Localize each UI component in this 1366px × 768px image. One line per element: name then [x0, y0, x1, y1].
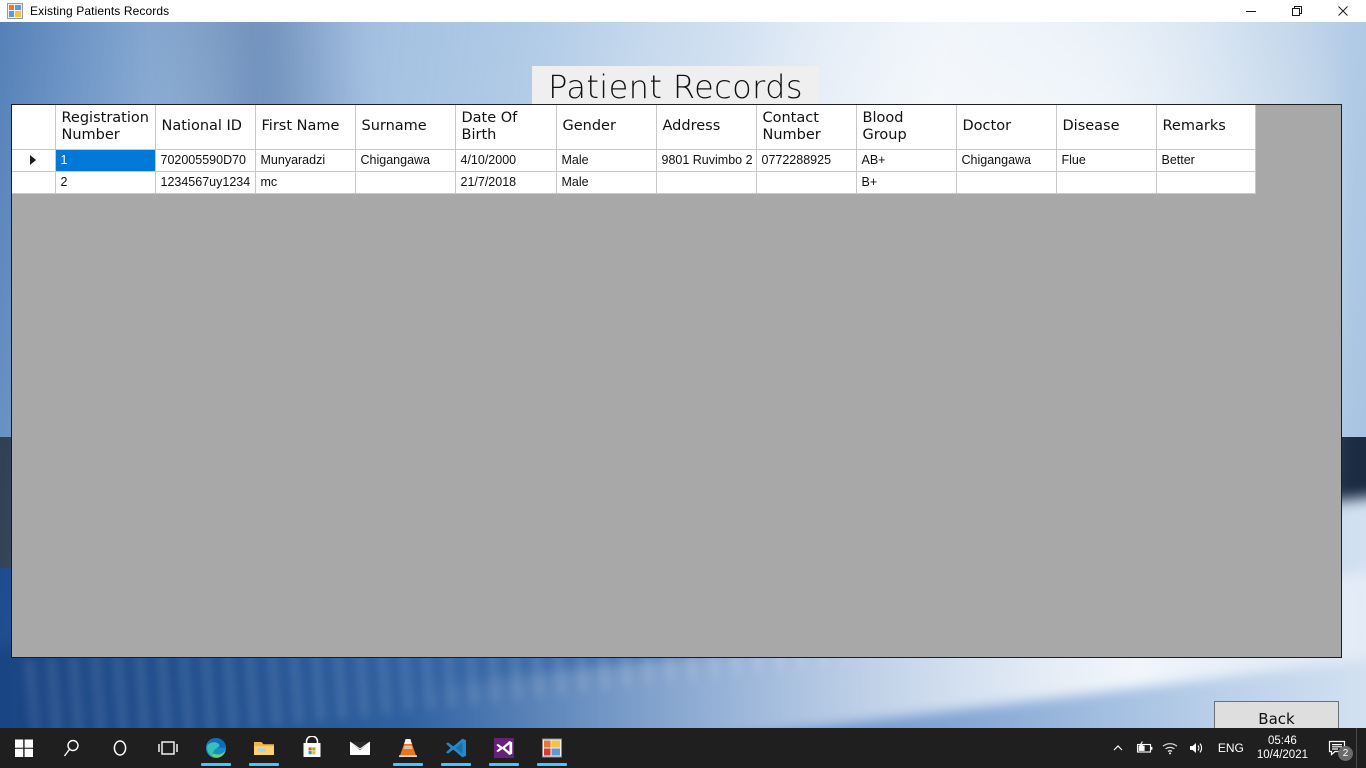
- windows-taskbar: ENG 05:46 10/4/2021 2: [0, 728, 1366, 768]
- windows-logo-icon: [15, 739, 33, 757]
- records-table[interactable]: Registration Number National ID First Na…: [12, 105, 1256, 194]
- patient-records-grid[interactable]: Registration Number National ID First Na…: [11, 104, 1342, 658]
- window-controls: [1228, 0, 1366, 22]
- taskbar-active-indicator: [441, 763, 471, 766]
- cell-surname[interactable]: [355, 171, 456, 194]
- cell-remarks[interactable]: Better: [1156, 149, 1256, 172]
- file-explorer-button[interactable]: [240, 728, 288, 768]
- column-header-first-name[interactable]: First Name: [255, 105, 356, 150]
- taskbar-active-indicator: [489, 763, 519, 766]
- column-header-address[interactable]: Address: [656, 105, 757, 150]
- column-header-gender[interactable]: Gender: [556, 105, 657, 150]
- column-header-surname[interactable]: Surname: [355, 105, 456, 150]
- cortana-button[interactable]: [96, 728, 144, 768]
- table-header-row: Registration Number National ID First Na…: [12, 105, 1256, 150]
- patient-app-button[interactable]: [528, 728, 576, 768]
- column-header-doctor[interactable]: Doctor: [956, 105, 1057, 150]
- cell-national-id[interactable]: 702005590D70: [155, 149, 256, 172]
- cell-surname[interactable]: Chigangawa: [355, 149, 456, 172]
- application-window: Existing Patients Records Patient Record…: [0, 0, 1366, 728]
- clock[interactable]: 05:46 10/4/2021: [1253, 728, 1318, 768]
- minimize-icon[interactable]: [1228, 0, 1274, 22]
- notification-count-badge: 2: [1338, 746, 1353, 761]
- vlc-cone-icon: [399, 739, 417, 757]
- clock-time: 05:46: [1268, 735, 1297, 747]
- winforms-designer-icon: [7, 3, 23, 19]
- column-header-national-id[interactable]: National ID: [155, 105, 256, 150]
- taskbar-active-indicator: [537, 763, 567, 766]
- cell-blood-group[interactable]: B+: [856, 171, 957, 194]
- mail-button[interactable]: [336, 728, 384, 768]
- language-indicator[interactable]: ENG: [1209, 728, 1253, 768]
- cell-national-id[interactable]: 1234567uy1234: [155, 171, 256, 194]
- table-row[interactable]: 1 702005590D70 Munyaradzi Chigangawa 4/1…: [12, 149, 1256, 172]
- cell-gender[interactable]: Male: [556, 149, 657, 172]
- visual-studio-icon: [494, 738, 514, 758]
- row-selector-arrow-icon: [12, 150, 54, 171]
- cell-doctor[interactable]: [956, 171, 1057, 194]
- cell-doctor[interactable]: Chigangawa: [956, 149, 1057, 172]
- page-title: Patient Records: [532, 66, 819, 108]
- cell-contact-number[interactable]: [756, 171, 857, 194]
- cell-address[interactable]: 9801 Ruvimbo 2: [656, 149, 757, 172]
- winforms-designer-icon: [542, 738, 562, 758]
- wifi-icon[interactable]: [1157, 728, 1183, 768]
- column-header-contact-number[interactable]: Contact Number: [756, 105, 857, 150]
- battery-charging-icon[interactable]: [1131, 728, 1157, 768]
- cell-contact-number[interactable]: 0772288925: [756, 149, 857, 172]
- task-view-icon: [158, 741, 178, 755]
- table-row[interactable]: 2 1234567uy1234 mc 21/7/2018 Male B+: [12, 171, 1256, 194]
- taskbar-active-indicator: [393, 763, 423, 766]
- chevron-up-icon[interactable]: [1105, 728, 1131, 768]
- taskbar-active-indicator: [249, 763, 279, 766]
- search-icon: [63, 739, 79, 757]
- notification-bubble-icon[interactable]: 2: [1318, 728, 1356, 768]
- window-client-area: Patient Records Registration Number Nati…: [0, 22, 1366, 728]
- row-header-corner[interactable]: [12, 105, 56, 150]
- cell-first-name[interactable]: Munyaradzi: [255, 149, 356, 172]
- vscode-button[interactable]: [432, 728, 480, 768]
- window-title: Existing Patients Records: [30, 4, 170, 18]
- show-desktop-button[interactable]: [1356, 728, 1362, 768]
- edge-button[interactable]: [192, 728, 240, 768]
- column-header-disease[interactable]: Disease: [1056, 105, 1157, 150]
- column-header-registration-number[interactable]: Registration Number: [55, 105, 156, 150]
- vscode-icon: [446, 738, 466, 758]
- clock-date: 10/4/2021: [1256, 749, 1308, 761]
- edge-icon: [206, 738, 226, 758]
- column-header-date-of-birth[interactable]: Date Of Birth: [455, 105, 557, 150]
- back-button[interactable]: Back: [1214, 701, 1339, 728]
- cortana-icon: [113, 740, 127, 756]
- store-icon: [303, 736, 321, 757]
- cell-date-of-birth[interactable]: 4/10/2000: [455, 149, 557, 172]
- column-header-blood-group[interactable]: Blood Group: [856, 105, 957, 150]
- row-selector[interactable]: [12, 149, 56, 172]
- restore-icon[interactable]: [1274, 0, 1320, 22]
- visual-studio-button[interactable]: [480, 728, 528, 768]
- cell-registration-number[interactable]: 2: [55, 171, 156, 194]
- cell-first-name[interactable]: mc: [255, 171, 356, 194]
- cell-remarks[interactable]: [1156, 171, 1256, 194]
- row-selector[interactable]: [12, 171, 56, 194]
- taskbar-active-indicator: [201, 763, 231, 766]
- start-button[interactable]: [0, 728, 48, 768]
- close-icon[interactable]: [1320, 0, 1366, 22]
- task-view-button[interactable]: [144, 728, 192, 768]
- folder-icon: [254, 742, 274, 755]
- mail-icon: [349, 741, 371, 755]
- search-button[interactable]: [48, 728, 96, 768]
- cell-disease[interactable]: Flue: [1056, 149, 1157, 172]
- cell-gender[interactable]: Male: [556, 171, 657, 194]
- cell-registration-number[interactable]: 1: [55, 149, 156, 172]
- window-title-bar[interactable]: Existing Patients Records: [0, 0, 1366, 22]
- cell-address[interactable]: [656, 171, 757, 194]
- cell-date-of-birth[interactable]: 21/7/2018: [455, 171, 557, 194]
- cell-disease[interactable]: [1056, 171, 1157, 194]
- speaker-icon[interactable]: [1183, 728, 1209, 768]
- microsoft-store-button[interactable]: [288, 728, 336, 768]
- cell-blood-group[interactable]: AB+: [856, 149, 957, 172]
- vlc-button[interactable]: [384, 728, 432, 768]
- system-tray: ENG 05:46 10/4/2021 2: [1105, 728, 1366, 768]
- column-header-remarks[interactable]: Remarks: [1156, 105, 1256, 150]
